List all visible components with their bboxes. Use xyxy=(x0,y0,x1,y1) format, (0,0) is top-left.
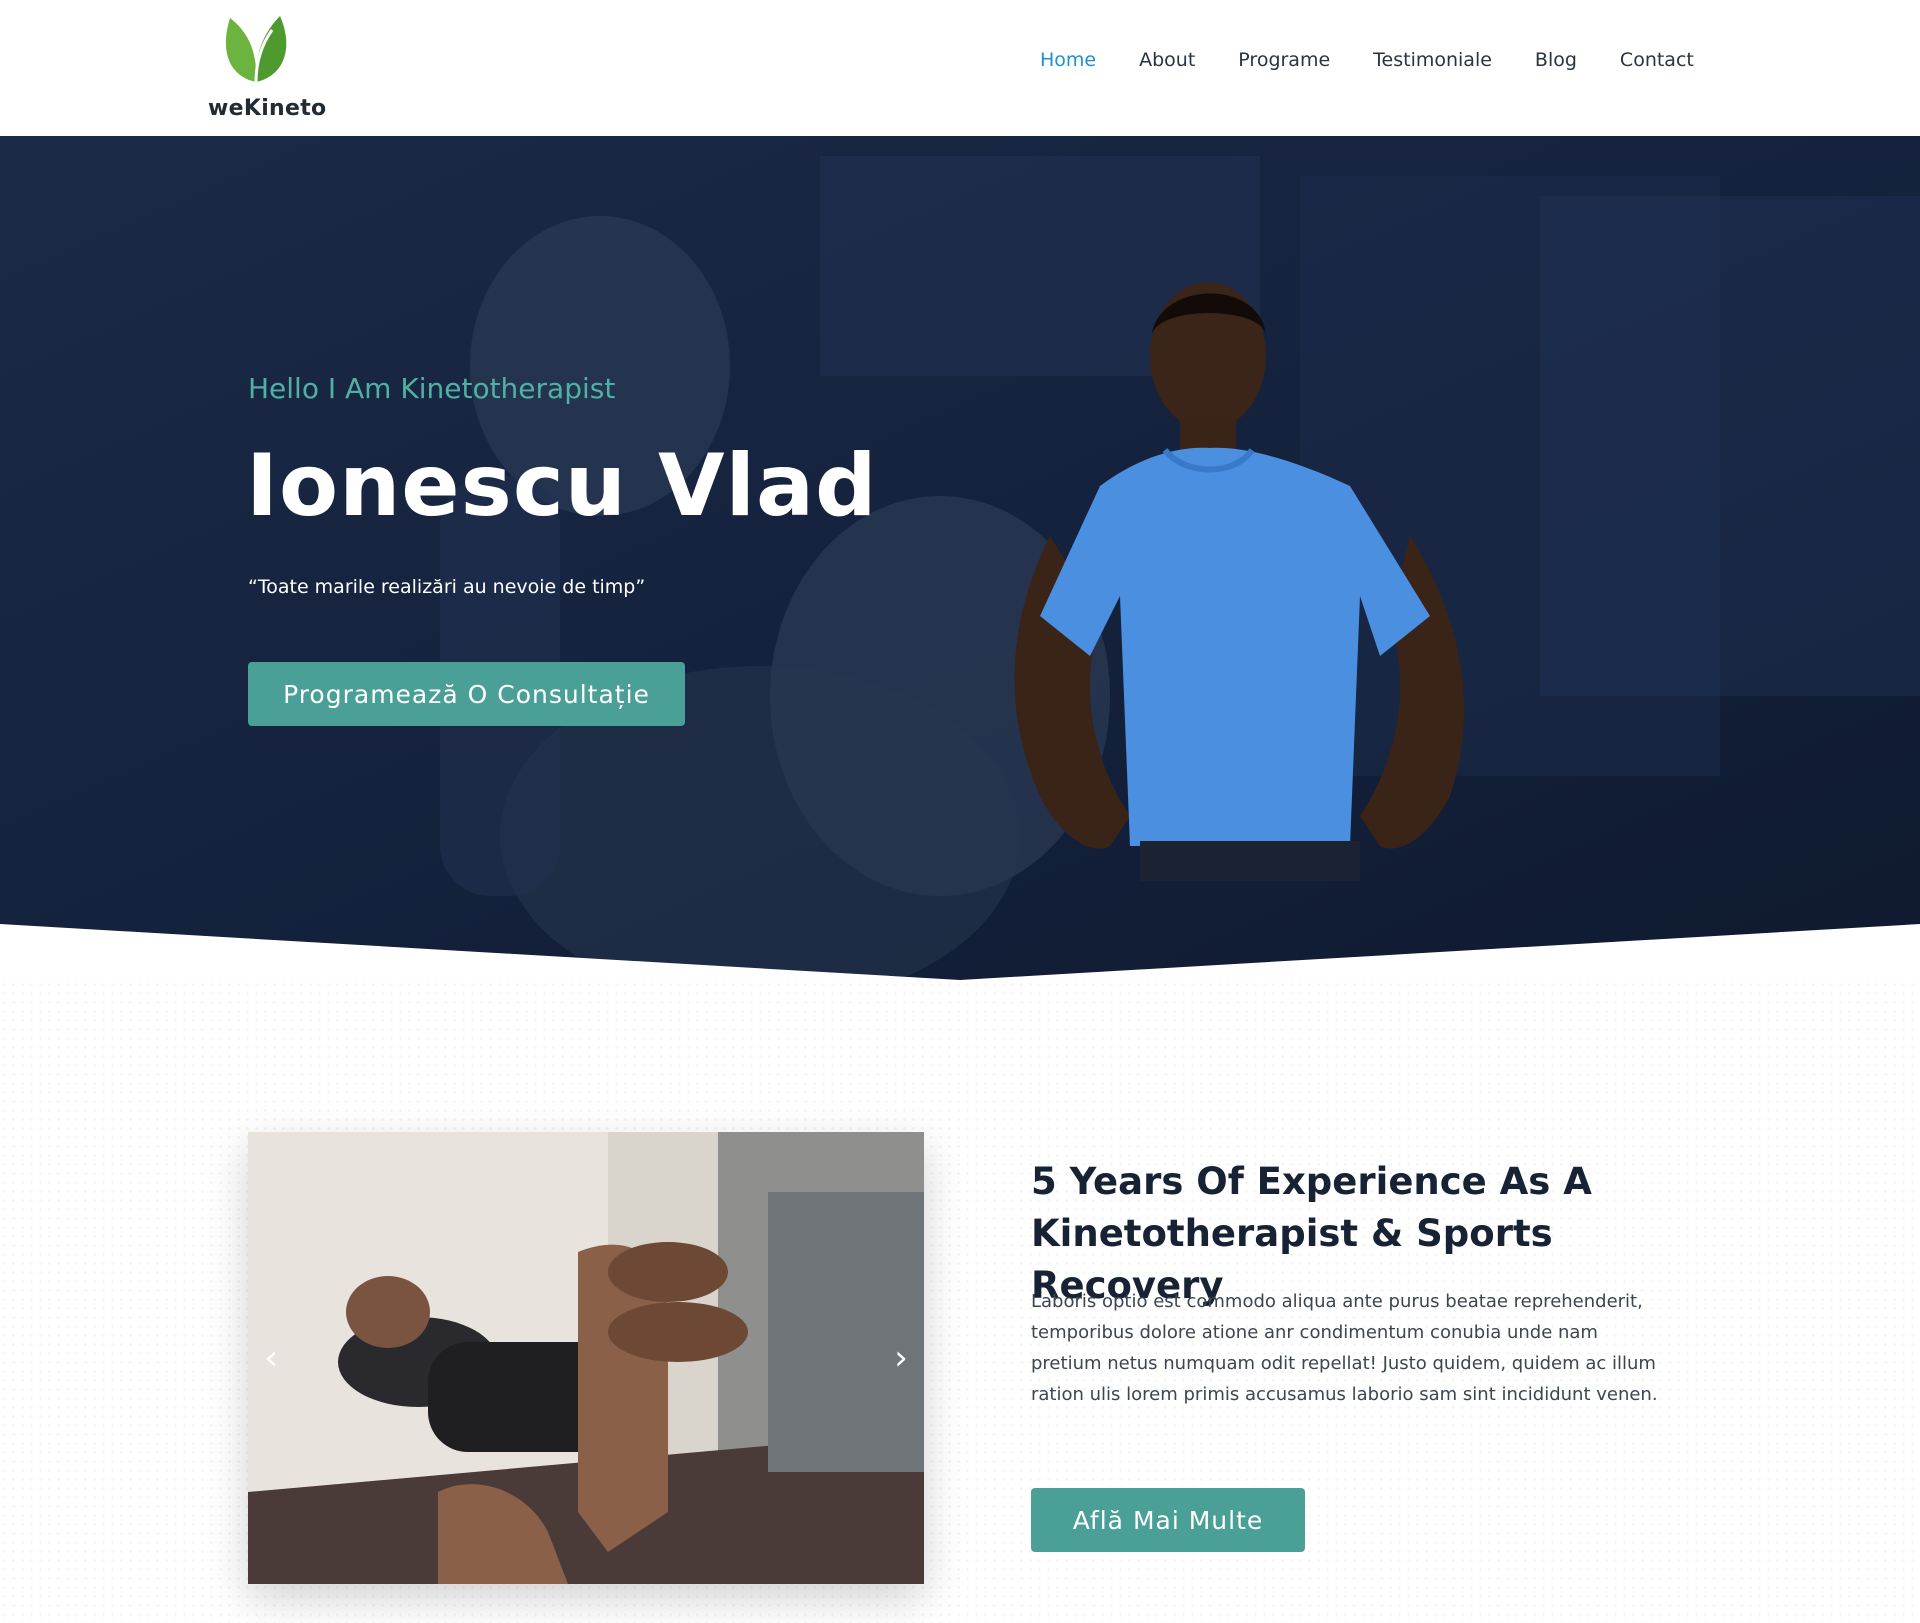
main-nav: Home About Programe Testimoniale Blog Co… xyxy=(1040,48,1694,72)
chevron-right-icon[interactable]: › xyxy=(886,1340,916,1376)
hero-title: Ionescu Vlad xyxy=(246,436,878,536)
leaf-logo-icon xyxy=(225,16,287,83)
chevron-left-icon[interactable]: ‹ xyxy=(256,1340,286,1376)
therapist-photo xyxy=(1014,282,1465,881)
hero-quote: “Toate marile realizări au nevoie de tim… xyxy=(248,576,646,598)
about-description: Laboris optio est commodo aliqua ante pu… xyxy=(1031,1291,1658,1405)
hero-section: Hello I Am Kinetotherapist Ionescu Vlad … xyxy=(0,136,1920,980)
nav-testimoniale[interactable]: Testimoniale xyxy=(1373,48,1492,72)
learn-more-button[interactable]: Află Mai Multe xyxy=(1031,1488,1305,1552)
hero-bottom-shape xyxy=(0,924,1920,980)
book-consultation-button[interactable]: Programează O Consultație xyxy=(248,662,685,726)
site-header: weKineto Home About Programe Testimonial… xyxy=(0,0,1920,136)
nav-blog[interactable]: Blog xyxy=(1535,48,1577,72)
nav-about[interactable]: About xyxy=(1139,48,1195,72)
image-slider[interactable]: ‹ › xyxy=(248,1132,924,1584)
brand-name: weKineto xyxy=(208,96,327,121)
hero-subtitle: Hello I Am Kinetotherapist xyxy=(248,372,616,405)
therapy-session-photo xyxy=(248,1132,924,1584)
nav-contact[interactable]: Contact xyxy=(1620,48,1694,72)
logo[interactable]: weKineto xyxy=(208,10,338,121)
about-section: ‹ › 5 Years Of Experience As A Kinetothe… xyxy=(0,980,1920,1623)
nav-home[interactable]: Home xyxy=(1040,48,1096,72)
nav-programe[interactable]: Programe xyxy=(1238,48,1330,72)
